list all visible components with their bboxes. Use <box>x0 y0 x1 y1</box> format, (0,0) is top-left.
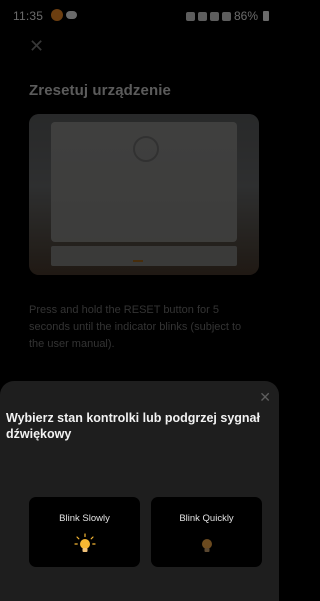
option-blink-slowly[interactable]: Blink Slowly <box>29 497 140 567</box>
sheet-close-icon[interactable]: ✕ <box>259 389 271 406</box>
wifi-icon <box>209 11 219 21</box>
reset-instructions: Press and hold the RESET button for 5 se… <box>29 304 242 350</box>
option-label: Blink Quickly <box>179 513 234 524</box>
mute-icon <box>197 11 207 21</box>
sheet-title: Wybierz stan kontrolki lub podgrzej sygn… <box>6 411 260 441</box>
page-title: Zresetuj urządzenie <box>29 82 171 99</box>
bottom-sheet: ✕ Wybierz stan kontrolki lub podgrzej sy… <box>0 381 279 601</box>
status-icons: 86% <box>185 9 269 23</box>
bulb-glowing-icon <box>73 533 96 552</box>
battery-icon <box>263 11 269 21</box>
option-label: Blink Slowly <box>59 513 110 524</box>
status-bar: 11:35 86% <box>0 0 279 28</box>
notification-dot-icon <box>51 9 63 21</box>
device-photo <box>29 114 259 275</box>
chat-icon <box>66 11 77 19</box>
status-time: 11:35 <box>13 9 44 23</box>
close-icon[interactable]: ✕ <box>29 37 44 55</box>
signal-icon <box>221 11 231 21</box>
battery-percent: 86% <box>233 9 258 23</box>
alarm-icon <box>185 11 195 21</box>
bulb-dim-icon <box>201 539 212 552</box>
photo-shade <box>29 114 259 275</box>
option-blink-quickly[interactable]: Blink Quickly <box>151 497 262 567</box>
